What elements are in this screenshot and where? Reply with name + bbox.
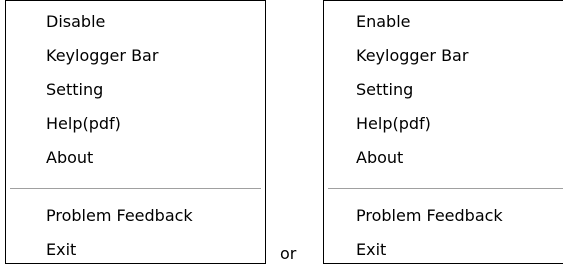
menu-item-label: Enable: [356, 12, 411, 31]
menu-item-label: Exit: [356, 240, 387, 259]
menu-item-help-pdf[interactable]: Help(pdf): [324, 107, 563, 141]
menu-item-setting[interactable]: Setting: [324, 73, 563, 107]
menu-item-help-pdf[interactable]: Help(pdf): [6, 107, 265, 141]
menu-separator: [10, 188, 261, 190]
menu-item-label: Problem Feedback: [46, 206, 193, 225]
menu-item-about[interactable]: About: [324, 141, 563, 175]
menu-item-keylogger-bar[interactable]: Keylogger Bar: [6, 39, 265, 73]
context-menu-enabled-variant: Enable Keylogger Bar Setting Help(pdf) A…: [323, 0, 563, 264]
menu-item-setting[interactable]: Setting: [6, 73, 265, 107]
menu-item-label: Setting: [46, 80, 104, 99]
menu-item-problem-feedback[interactable]: Problem Feedback: [6, 199, 265, 233]
context-menu-disabled-variant: Disable Keylogger Bar Setting Help(pdf) …: [5, 0, 266, 264]
menu-item-label: Disable: [46, 12, 106, 31]
menu-item-label: Setting: [356, 80, 414, 99]
menu-item-label: Problem Feedback: [356, 206, 503, 225]
menu-item-exit[interactable]: Exit: [324, 233, 563, 267]
menu-separator: [328, 188, 563, 190]
menu-item-keylogger-bar[interactable]: Keylogger Bar: [324, 39, 563, 73]
menu-item-label: Help(pdf): [46, 114, 121, 133]
or-connector-text: or: [280, 244, 297, 263]
menu-item-label: Exit: [46, 240, 77, 259]
menu-item-label: Keylogger Bar: [46, 46, 159, 65]
menu-item-about[interactable]: About: [6, 141, 265, 175]
menu-item-label: About: [356, 148, 404, 167]
menu-item-label: About: [46, 148, 94, 167]
menu-item-enable[interactable]: Enable: [324, 5, 563, 39]
menu-item-exit[interactable]: Exit: [6, 233, 265, 267]
menu-item-label: Keylogger Bar: [356, 46, 469, 65]
menu-item-problem-feedback[interactable]: Problem Feedback: [324, 199, 563, 233]
menu-item-disable[interactable]: Disable: [6, 5, 265, 39]
menu-item-label: Help(pdf): [356, 114, 431, 133]
